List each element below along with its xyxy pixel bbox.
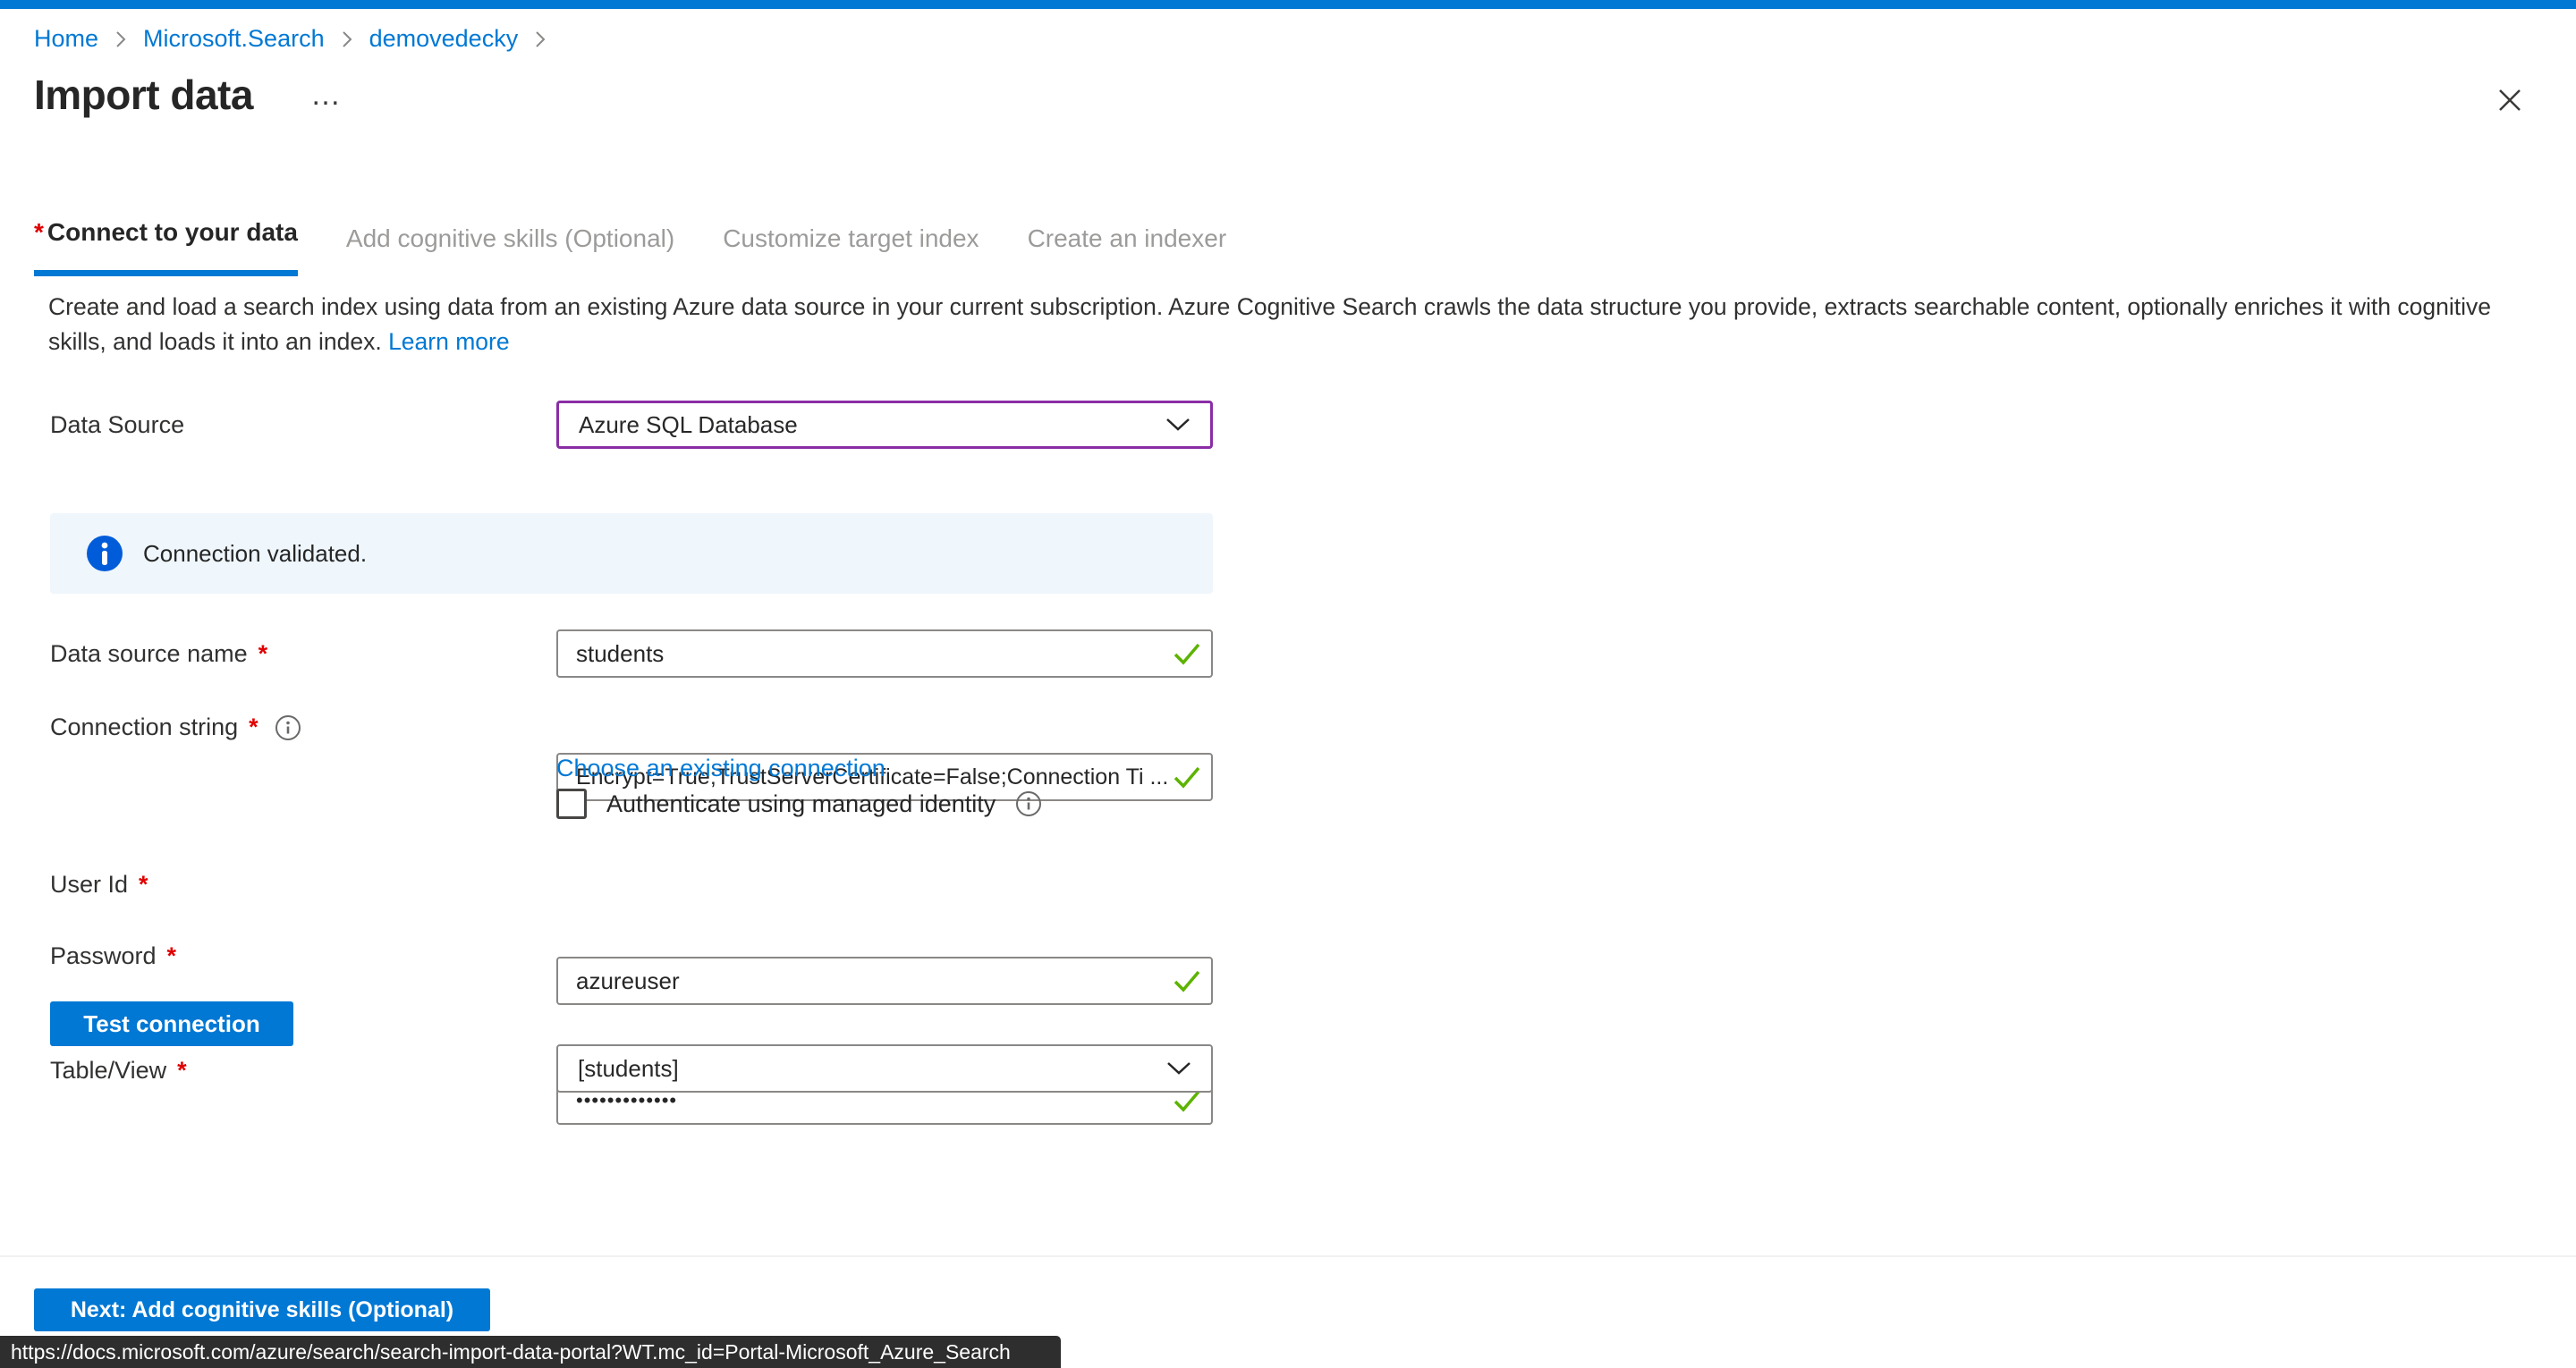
- tab-create-an-indexer[interactable]: Create an indexer: [1028, 224, 1227, 276]
- managed-identity-row: Authenticate using managed identity: [556, 789, 1042, 819]
- valid-check-icon: [1172, 968, 1202, 993]
- table-view-select[interactable]: [students]: [556, 1044, 1213, 1093]
- data-source-name-input[interactable]: [556, 629, 1213, 678]
- learn-more-link[interactable]: Learn more: [388, 328, 510, 355]
- table-view-label: Table/View*: [50, 1057, 187, 1085]
- required-marker: *: [249, 714, 258, 741]
- data-source-name-label: Data source name*: [50, 640, 267, 668]
- chevron-down-icon: [1166, 1061, 1191, 1076]
- chevron-right-icon: [114, 29, 127, 50]
- status-bar-url: https://docs.microsoft.com/azure/search/…: [11, 1340, 1011, 1364]
- connection-string-label: Connection string*: [50, 714, 301, 741]
- password-label: Password*: [50, 942, 176, 970]
- data-source-select[interactable]: Azure SQL Database: [556, 401, 1213, 449]
- info-filled-icon: [86, 535, 123, 572]
- tab-connect-to-your-data[interactable]: *Connect to your data: [34, 218, 298, 276]
- managed-identity-checkbox[interactable]: [556, 789, 587, 819]
- connection-validated-banner: Connection validated.: [50, 513, 1213, 594]
- valid-check-icon: [1172, 764, 1202, 790]
- managed-identity-label: Authenticate using managed identity: [606, 790, 996, 818]
- chevron-right-icon: [534, 29, 547, 50]
- footer-divider: [0, 1255, 2576, 1257]
- status-bar: https://docs.microsoft.com/azure/search/…: [0, 1336, 1061, 1368]
- breadcrumb-home[interactable]: Home: [34, 25, 98, 53]
- required-marker: *: [177, 1057, 187, 1085]
- table-view-value: [students]: [578, 1055, 679, 1083]
- choose-existing-connection-link[interactable]: Choose an existing connection: [556, 755, 886, 782]
- valid-check-icon: [1172, 641, 1202, 666]
- required-marker: *: [167, 942, 177, 970]
- breadcrumb-microsoft-search[interactable]: Microsoft.Search: [143, 25, 325, 53]
- more-menu-button[interactable]: …: [305, 80, 346, 109]
- test-connection-button[interactable]: Test connection: [50, 1001, 293, 1046]
- tab-customize-target-index[interactable]: Customize target index: [723, 224, 979, 276]
- page-title: Import data: [34, 71, 253, 119]
- chevron-right-icon: [341, 29, 353, 50]
- user-id-input[interactable]: [556, 957, 1213, 1005]
- required-marker: *: [258, 640, 268, 668]
- required-marker: *: [34, 218, 44, 246]
- tab-add-cognitive-skills[interactable]: Add cognitive skills (Optional): [346, 224, 674, 276]
- data-source-value: Azure SQL Database: [579, 411, 798, 439]
- intro-text: Create and load a search index using dat…: [48, 290, 2549, 359]
- breadcrumb-demovedecky[interactable]: demovedecky: [369, 25, 519, 53]
- banner-text: Connection validated.: [143, 540, 367, 568]
- data-source-label: Data Source: [50, 411, 184, 439]
- required-marker: *: [139, 871, 148, 899]
- next-add-cognitive-skills-button[interactable]: Next: Add cognitive skills (Optional): [34, 1288, 490, 1331]
- header: Import data …: [34, 66, 346, 123]
- chevron-down-icon: [1165, 418, 1191, 432]
- wizard-tabs: *Connect to your data Add cognitive skil…: [34, 218, 1275, 276]
- close-icon: [2496, 86, 2524, 114]
- top-accent-bar: [0, 0, 2576, 9]
- user-id-label: User Id*: [50, 871, 148, 899]
- info-icon[interactable]: [275, 714, 301, 741]
- info-icon[interactable]: [1015, 790, 1042, 817]
- close-button[interactable]: [2492, 82, 2528, 118]
- breadcrumb: Home Microsoft.Search demovedecky: [34, 25, 548, 53]
